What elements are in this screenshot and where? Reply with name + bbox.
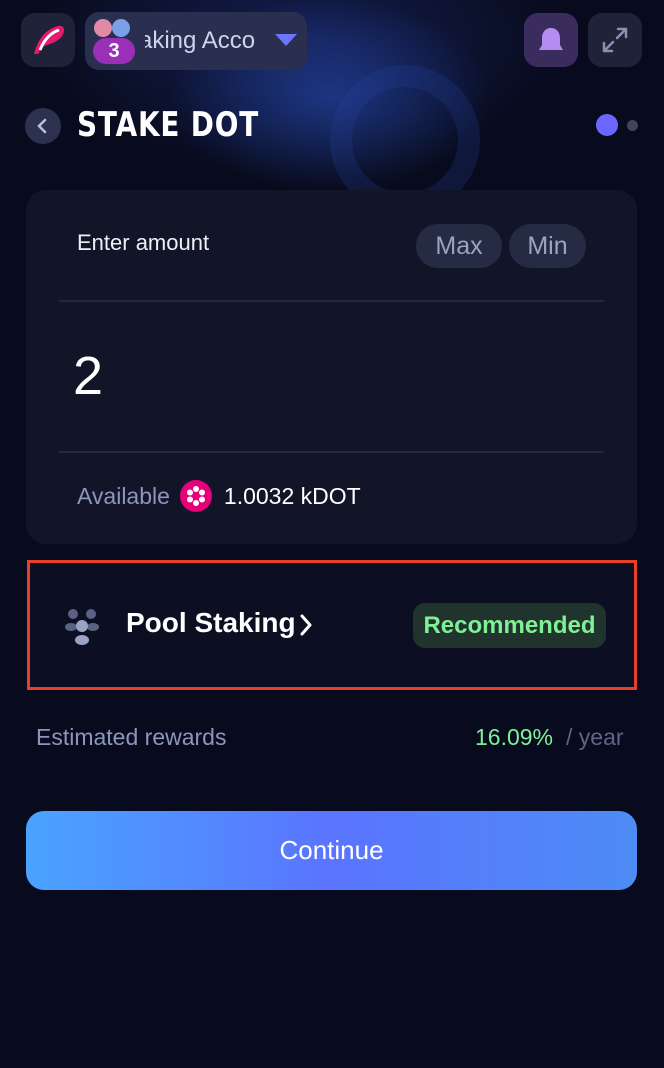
step-dot-active: [596, 114, 618, 136]
max-button[interactable]: Max: [416, 224, 502, 268]
polkadot-icon: [179, 480, 212, 512]
available-value: 1.0032 kDOT: [223, 482, 361, 509]
pool-staking-label: Pool Staking: [126, 607, 296, 638]
staking-type-selector[interactable]: Pool Staking Recommended: [27, 560, 637, 690]
back-button[interactable]: [25, 108, 61, 144]
divider: [59, 451, 604, 453]
account-count-badge: 3: [93, 38, 135, 64]
available-label: Available: [77, 482, 170, 509]
divider: [59, 300, 604, 302]
bell-icon: [539, 28, 563, 50]
avatar: [94, 19, 112, 37]
step-dot-inactive: [627, 120, 638, 131]
amount-card: Enter amount Max Min 2 Available 1.0032 …: [26, 190, 637, 544]
continue-button[interactable]: Continue: [26, 811, 637, 890]
estimated-rewards-label: Estimated rewards: [36, 724, 227, 750]
chevron-left-icon: [37, 118, 47, 134]
account-selector[interactable]: 3 aking Acco: [85, 12, 307, 70]
app-logo-icon: [34, 25, 65, 54]
notifications-button[interactable]: [524, 13, 578, 67]
avatar: [112, 19, 130, 37]
enter-amount-label: Enter amount: [77, 230, 210, 255]
chevron-right-icon: [300, 614, 312, 636]
recommended-badge: Recommended: [413, 603, 606, 648]
page-title: STAKE DOT: [77, 105, 260, 145]
min-button[interactable]: Min: [509, 224, 586, 268]
expand-icon: [602, 27, 628, 53]
account-name: aking Acco: [145, 27, 256, 54]
estimated-rewards-unit: / year: [566, 724, 624, 750]
estimated-rewards-value: 16.09%: [475, 724, 554, 750]
available-balance: Available 1.0032 kDOT: [77, 479, 361, 513]
app-logo-button[interactable]: [21, 13, 75, 67]
pool-users-icon: [65, 609, 99, 645]
expand-button[interactable]: [588, 13, 642, 67]
account-avatars: 3: [91, 16, 141, 66]
step-indicator: [596, 114, 642, 136]
amount-input[interactable]: 2: [73, 345, 103, 407]
stake-screen: 3 aking Acco STAKE DOT Enter amount Max …: [0, 0, 664, 1068]
chevron-down-icon: [275, 34, 297, 46]
